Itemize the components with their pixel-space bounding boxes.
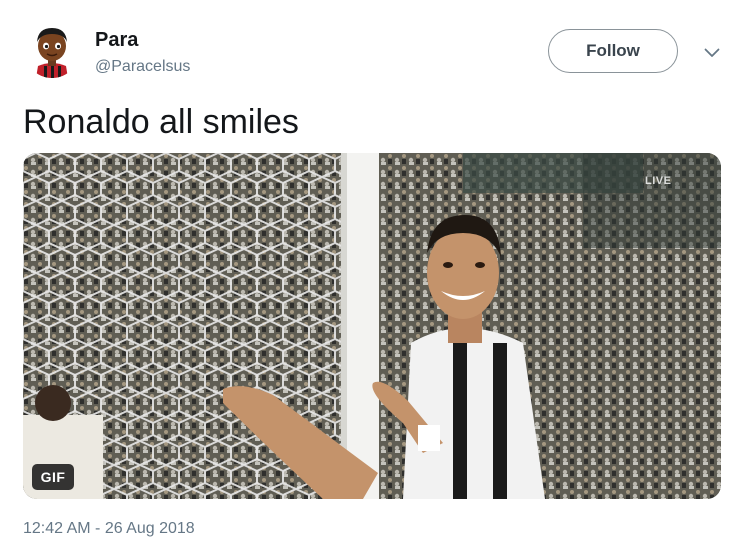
- gif-badge: GIF: [32, 464, 74, 490]
- user-handle[interactable]: @Paracelsus: [95, 57, 190, 77]
- tweet-text: Ronaldo all smiles: [23, 103, 299, 141]
- live-watermark: LIVE: [645, 175, 672, 187]
- display-name[interactable]: Para: [95, 28, 138, 52]
- avatar[interactable]: [24, 22, 80, 78]
- more-options-button[interactable]: [700, 44, 724, 62]
- follow-button[interactable]: Follow: [548, 29, 678, 73]
- tweet-timestamp[interactable]: 12:42 AM - 26 Aug 2018: [23, 519, 195, 539]
- cartoon-avatar-icon: [36, 28, 68, 78]
- gif-frame-image: [23, 153, 721, 499]
- tweet-media-gif[interactable]: [23, 153, 721, 499]
- chevron-down-icon: [704, 48, 720, 57]
